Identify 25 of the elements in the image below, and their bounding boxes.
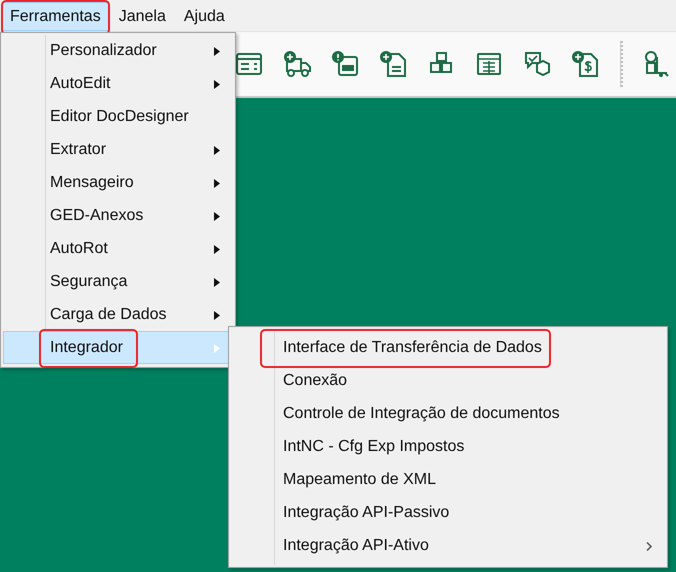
menu-item[interactable]: Conexão (231, 364, 665, 397)
menu-item[interactable]: IntNC - Cfg Exp Impostos (231, 430, 665, 463)
menu-item[interactable]: Personalizador (3, 34, 233, 67)
menu-item[interactable]: Carga de Dados (3, 298, 233, 331)
invoice-icon (570, 49, 600, 79)
menu-item[interactable]: GED-Anexos (3, 199, 233, 232)
menu-item[interactable]: Editor DocDesigner (3, 100, 233, 133)
menu-item[interactable]: Integração API-Ativo (231, 529, 665, 562)
menu-item[interactable]: Mensageiro (3, 166, 233, 199)
menu-bar-item[interactable]: Ajuda (176, 2, 233, 31)
menu-item[interactable]: AutoEdit (3, 67, 233, 100)
document-icon (378, 49, 408, 79)
menu-item[interactable]: Controle de Integração de documentos (231, 397, 665, 430)
toolbar-button[interactable] (378, 49, 408, 79)
menu-item[interactable]: Segurança (3, 265, 233, 298)
toolbar-button[interactable] (522, 49, 552, 79)
toolbar-button[interactable] (570, 49, 600, 79)
menu-item[interactable]: Integração API-Passivo (231, 496, 665, 529)
chat-box-icon (522, 49, 552, 79)
menu-item[interactable]: AutoRot (3, 232, 233, 265)
menu-item[interactable]: Extrator (3, 133, 233, 166)
menu-bar-item[interactable]: Janela (110, 2, 174, 31)
menu-item[interactable]: Mapeamento de XML (231, 463, 665, 496)
menu-bar-item[interactable]: Ferramentas (2, 2, 109, 31)
menu-item[interactable]: Interface de Transferência de Dados (231, 331, 665, 364)
